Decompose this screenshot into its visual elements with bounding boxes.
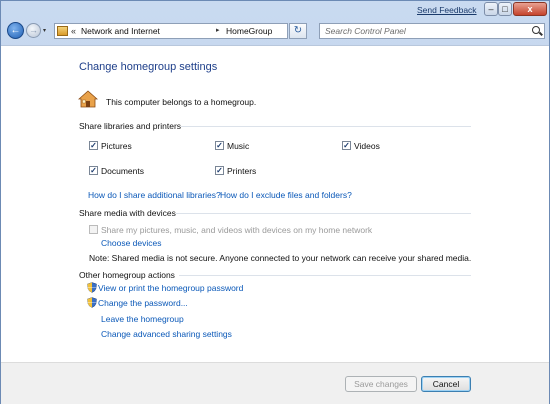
section-divider (176, 213, 471, 214)
title-bar: Send Feedback – □ x (1, 1, 549, 19)
music-label: Music (227, 141, 250, 151)
send-feedback-link[interactable]: Send Feedback (417, 5, 477, 15)
maximize-button[interactable]: □ (498, 2, 512, 16)
change-password-link[interactable]: Change the password... (98, 298, 188, 308)
documents-checkbox[interactable]: ✓ (89, 166, 98, 175)
pictures-checkbox[interactable]: ✓ (89, 141, 98, 150)
share-media-checkbox[interactable] (89, 225, 98, 234)
advanced-sharing-link[interactable]: Change advanced sharing settings (101, 329, 232, 339)
breadcrumb-separator-icon[interactable]: ▸ (216, 26, 220, 34)
music-checkbox[interactable]: ✓ (215, 141, 224, 150)
videos-checkbox[interactable]: ✓ (342, 141, 351, 150)
leave-homegroup-link[interactable]: Leave the homegroup (101, 314, 184, 324)
recent-pages-dropdown[interactable]: ▾ (43, 27, 46, 34)
printers-label: Printers (227, 166, 257, 176)
address-overflow-chevron[interactable]: « (71, 26, 76, 36)
view-password-link[interactable]: View or print the homegroup password (98, 283, 243, 293)
uac-shield-icon (87, 282, 97, 293)
share-media-label: Share my pictures, music, and videos wit… (101, 225, 373, 235)
back-button[interactable]: ← (7, 22, 24, 39)
other-actions-heading: Other homegroup actions (79, 270, 175, 280)
address-bar[interactable]: « Network and Internet ▸ HomeGroup ▾ (54, 23, 326, 39)
choose-devices-link[interactable]: Choose devices (101, 238, 161, 248)
breadcrumb-network-and-internet[interactable]: Network and Internet (81, 26, 160, 36)
minimize-button[interactable]: – (484, 2, 498, 16)
share-media-heading: Share media with devices (79, 208, 176, 218)
control-panel-icon (57, 26, 68, 36)
videos-label: Videos (354, 141, 380, 151)
navigation-bar: ← → ▾ « Network and Internet ▸ HomeGroup… (1, 19, 549, 45)
share-libraries-help-link[interactable]: How do I share additional libraries? (88, 190, 221, 200)
section-divider (181, 126, 471, 127)
cancel-button[interactable]: Cancel (421, 376, 471, 392)
printers-checkbox[interactable]: ✓ (215, 166, 224, 175)
close-button[interactable]: x (513, 2, 547, 16)
breadcrumb-homegroup[interactable]: HomeGroup (226, 26, 272, 36)
section-divider (179, 275, 471, 276)
search-box[interactable]: Search Control Panel (319, 23, 545, 39)
shared-media-note: Note: Shared media is not secure. Anyone… (89, 253, 472, 263)
forward-button[interactable]: → (26, 23, 41, 38)
control-panel-window: Send Feedback – □ x ← → ▾ « Network and … (0, 0, 550, 404)
save-changes-button[interactable]: Save changes (345, 376, 417, 392)
refresh-button[interactable]: ↻ (289, 23, 307, 39)
dialog-footer: Save changes Cancel (1, 362, 549, 404)
exclude-files-help-link[interactable]: How do I exclude files and folders? (220, 190, 352, 200)
uac-shield-icon (87, 297, 97, 308)
share-libraries-heading: Share libraries and printers (79, 121, 182, 131)
main-content: Change homegroup settings This computer … (1, 45, 549, 363)
search-icon[interactable] (532, 26, 540, 34)
documents-label: Documents (101, 166, 144, 176)
page-title: Change homegroup settings (79, 61, 218, 73)
search-placeholder: Search Control Panel (325, 26, 406, 36)
pictures-label: Pictures (101, 141, 132, 151)
homegroup-house-icon (78, 90, 98, 108)
membership-text: This computer belongs to a homegroup. (106, 97, 257, 107)
